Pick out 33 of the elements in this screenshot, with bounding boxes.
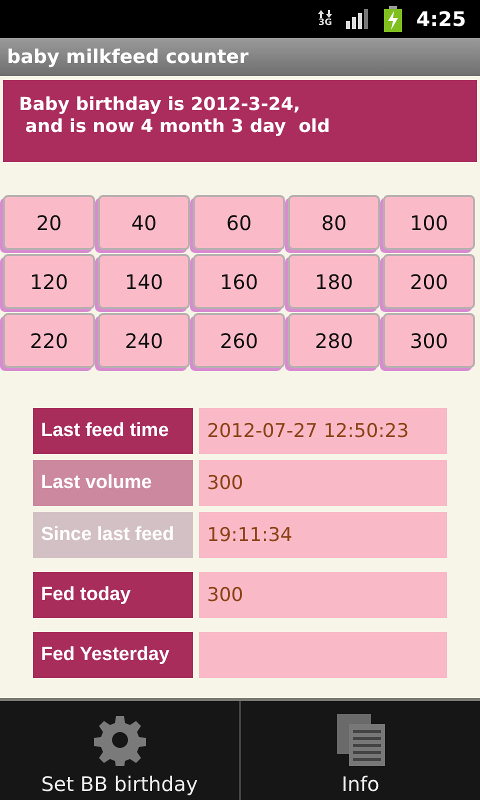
stat-label: Since last feed bbox=[33, 512, 193, 558]
documents-icon bbox=[334, 712, 386, 766]
volume-button[interactable]: 180 bbox=[288, 254, 380, 309]
stat-value: 19:11:34 bbox=[199, 512, 447, 558]
signal-icon bbox=[346, 9, 370, 29]
stat-label: Fed Yesterday bbox=[33, 632, 193, 678]
stat-label: Fed today bbox=[33, 572, 193, 618]
volume-button[interactable]: 40 bbox=[98, 195, 190, 250]
volume-button[interactable]: 80 bbox=[288, 195, 380, 250]
age-banner: Baby birthday is 2012-3-24, and is now 4 month 3 day old bbox=[3, 80, 477, 162]
network-type: 3G bbox=[318, 18, 332, 28]
volume-button[interactable]: 280 bbox=[288, 313, 380, 368]
volume-button[interactable]: 100 bbox=[383, 195, 475, 250]
volume-button[interactable]: 120 bbox=[3, 254, 95, 309]
stat-value: 300 bbox=[199, 572, 447, 618]
stat-value: 300 bbox=[199, 460, 447, 506]
volume-button[interactable]: 200 bbox=[383, 254, 475, 309]
clock: 4:25 bbox=[416, 7, 466, 31]
battery-charging-icon bbox=[384, 6, 402, 32]
window-title: baby milkfeed counter bbox=[7, 46, 248, 68]
data-arrows-icon bbox=[318, 10, 332, 18]
volume-button[interactable]: 260 bbox=[193, 313, 285, 368]
stat-value: 2012-07-27 12:50:23 bbox=[199, 408, 447, 454]
volume-button[interactable]: 140 bbox=[98, 254, 190, 309]
volume-button[interactable]: 60 bbox=[193, 195, 285, 250]
volume-button[interactable]: 240 bbox=[98, 313, 190, 368]
volume-button[interactable]: 300 bbox=[383, 313, 475, 368]
stat-label: Last feed time bbox=[33, 408, 193, 454]
volume-button[interactable]: 220 bbox=[3, 313, 95, 368]
volume-button[interactable]: 160 bbox=[193, 254, 285, 309]
stat-label: Last volume bbox=[33, 460, 193, 506]
volume-button[interactable]: 20 bbox=[3, 195, 95, 250]
settings-icon bbox=[94, 714, 146, 766]
